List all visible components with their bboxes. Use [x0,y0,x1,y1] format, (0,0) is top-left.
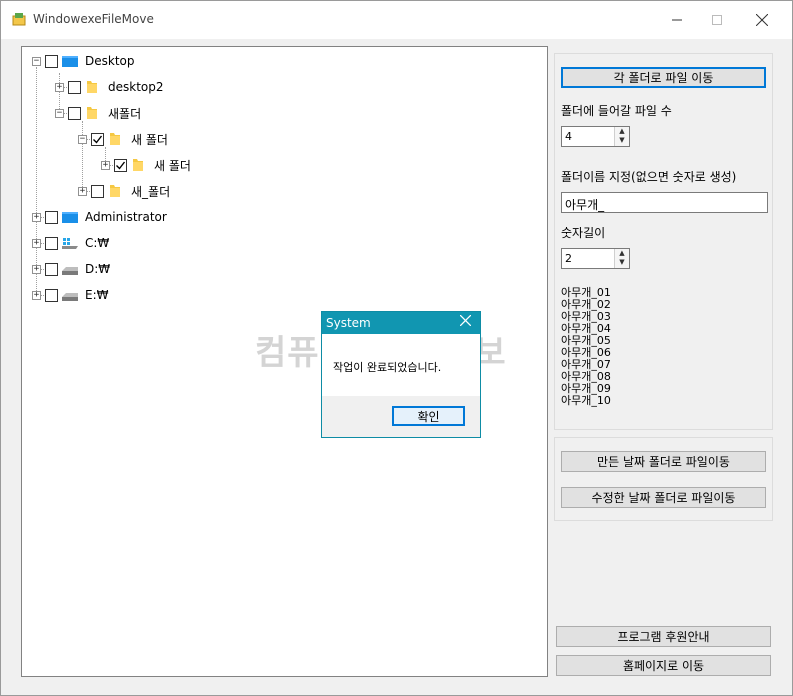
created-date-move-button[interactable]: 만든 날짜 폴더로 파일이동 [561,451,766,472]
tree-node[interactable]: − Desktop [32,51,135,71]
app-icon [12,13,26,26]
folder-name-input[interactable]: 아무개_ [561,192,768,213]
folder-split-group: 각 폴더로 파일 이동 폴더에 들어갈 파일 수 4 ▲ ▼ 폴더이름 지정(없으… [554,53,773,430]
node-checkbox[interactable] [45,236,58,250]
sponsor-button[interactable]: 프로그램 후원안내 [556,626,771,647]
close-button[interactable] [739,1,785,39]
maximize-icon [712,15,722,25]
node-label: D:₩ [85,262,111,276]
modified-date-move-button[interactable]: 수정한 날짜 폴더로 파일이동 [561,487,766,508]
date-move-group: 만든 날짜 폴더로 파일이동 수정한 날짜 폴더로 파일이동 [554,437,773,521]
node-checkbox[interactable] [45,54,58,68]
folder-icon [87,107,97,119]
dialog-footer: 확인 [322,396,480,437]
tree-node[interactable]: + 새 폴더 [101,155,191,175]
expand-icon[interactable]: + [32,238,41,248]
dialog-message: 작업이 완료되었습니다. [333,361,442,374]
spin-down-icon[interactable]: ▼ [615,258,629,267]
node-label: 새 폴더 [131,132,168,147]
expand-icon[interactable]: + [32,290,41,300]
desktop-icon [62,56,78,67]
spin-up-icon[interactable]: ▲ [615,249,629,258]
node-checkbox[interactable] [91,184,104,198]
drive-icon [62,293,78,301]
expand-icon[interactable]: + [55,82,64,92]
files-per-folder-value: 4 [565,130,572,143]
collapse-icon[interactable]: − [32,56,41,66]
expand-icon[interactable]: + [78,186,87,196]
tree-node[interactable]: + 새_폴더 [78,181,170,201]
digit-length-stepper[interactable]: 2 ▲ ▼ [561,248,630,269]
tree-node[interactable]: + E:₩ [32,285,109,305]
dialog-title-bar[interactable]: System [322,312,480,334]
collapse-icon[interactable]: − [78,134,87,144]
title-bar[interactable]: WindowexeFileMove [1,1,792,39]
drive-icon [62,267,78,275]
window-title: WindowexeFileMove [33,12,154,26]
digit-length-label: 숫자길이 [561,226,606,240]
ok-button[interactable]: 확인 [392,406,465,426]
expand-icon[interactable]: + [101,160,110,170]
folder-icon [133,159,143,171]
node-checkbox[interactable] [68,80,81,94]
node-label: Administrator [85,210,167,224]
message-dialog: System 작업이 완료되었습니다. 확인 [321,311,481,438]
files-per-folder-label: 폴더에 들어갈 파일 수 [561,104,672,118]
close-icon [756,14,768,26]
check-icon [93,135,103,144]
tree-node[interactable]: + desktop2 [55,77,164,97]
spin-up-icon[interactable]: ▲ [615,127,629,136]
node-checkbox[interactable] [45,210,58,224]
folder-name-label: 폴더이름 지정(없으면 숫자로 생성) [561,170,737,184]
tree-node[interactable]: + D:₩ [32,259,110,279]
node-checkbox[interactable] [68,106,81,120]
tree-node[interactable]: + Administrator [32,207,167,227]
node-label: desktop2 [108,80,164,94]
node-checkbox[interactable] [45,288,58,302]
collapse-icon[interactable]: − [55,108,64,118]
maximize-button[interactable] [694,1,740,39]
node-label: 새_폴더 [131,184,171,199]
tree-node[interactable]: + C:₩ [32,233,109,253]
homepage-button[interactable]: 홈페이지로 이동 [556,655,771,676]
folder-icon [87,81,97,93]
expand-icon[interactable]: + [32,212,41,222]
monitor-icon [62,212,78,223]
folder-name-preview: 아무개_01 아무개_02 아무개_03 아무개_04 아무개_05 아무개_0… [561,287,611,407]
expand-icon[interactable]: + [32,264,41,274]
folder-icon [110,133,120,145]
windows-drive-icon [62,238,78,249]
node-label: C:₩ [85,236,110,250]
tree-node[interactable]: − 새 폴더 [78,129,168,149]
node-checkbox-checked[interactable] [114,158,127,172]
spin-down-icon[interactable]: ▼ [615,136,629,145]
minimize-icon [672,19,682,21]
dialog-close-icon[interactable] [459,314,472,329]
move-each-folder-button[interactable]: 각 폴더로 파일 이동 [561,67,766,88]
tree-node[interactable]: − 새폴더 [55,103,141,123]
node-label: 새폴더 [108,106,142,121]
node-label: E:₩ [85,288,109,302]
node-checkbox-checked[interactable] [91,132,104,146]
node-checkbox[interactable] [45,262,58,276]
digit-length-value: 2 [565,252,572,265]
check-icon [116,161,126,170]
dialog-title: System [326,316,371,330]
node-label: 새 폴더 [154,158,191,173]
node-label: Desktop [85,54,135,68]
files-per-folder-stepper[interactable]: 4 ▲ ▼ [561,126,630,147]
preview-item: 아무개_10 [561,394,611,407]
folder-icon [110,185,120,197]
